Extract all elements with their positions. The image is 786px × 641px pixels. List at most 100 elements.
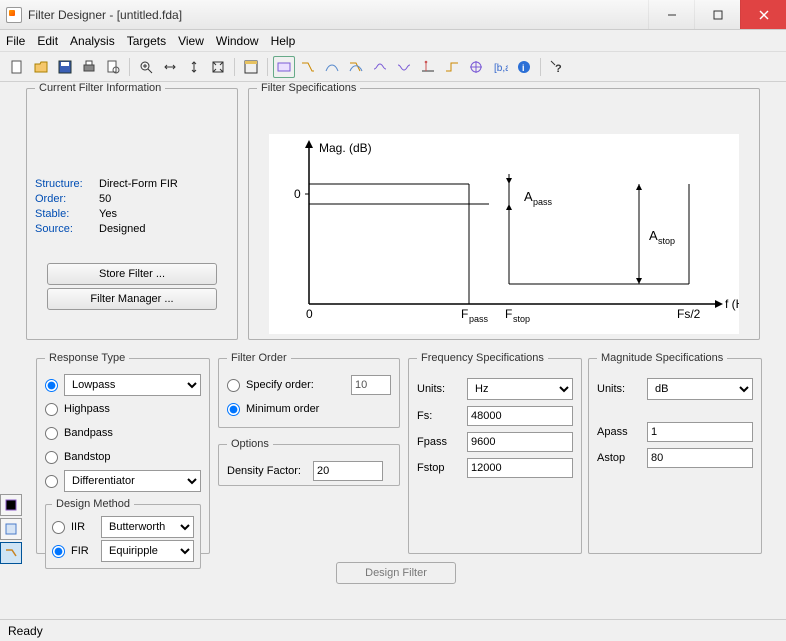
filter-specifications: Filter Specifications Mag. (dB) f (Hz) bbox=[248, 82, 760, 340]
sidebar-import-icon[interactable] bbox=[0, 518, 22, 540]
order-input[interactable] bbox=[351, 375, 391, 395]
mag-units-select[interactable]: dB bbox=[647, 378, 753, 400]
bandstop-radio[interactable] bbox=[45, 451, 58, 464]
cfi-order-value: 50 bbox=[99, 193, 111, 205]
phase-response-icon[interactable] bbox=[321, 56, 343, 78]
print-icon[interactable] bbox=[78, 56, 100, 78]
menu-window[interactable]: Window bbox=[216, 34, 259, 48]
menu-analysis[interactable]: Analysis bbox=[70, 34, 115, 48]
mag-response-icon[interactable] bbox=[297, 56, 319, 78]
fir-radio[interactable] bbox=[52, 545, 65, 558]
sidebar-design-icon[interactable] bbox=[0, 494, 22, 516]
cfi-structure-value: Direct-Form FIR bbox=[99, 178, 178, 190]
astop-label: Astop bbox=[597, 452, 647, 464]
minimum-order-radio[interactable] bbox=[227, 403, 240, 416]
zoom-y-icon[interactable] bbox=[183, 56, 205, 78]
phase-delay-icon[interactable] bbox=[393, 56, 415, 78]
fspec-legend: Filter Specifications bbox=[257, 82, 360, 94]
svg-text:0: 0 bbox=[294, 187, 301, 201]
menu-help[interactable]: Help bbox=[271, 34, 296, 48]
diff-radio[interactable] bbox=[45, 475, 58, 488]
store-filter-button[interactable]: Store Filter ... bbox=[47, 263, 217, 285]
mag-phase-icon[interactable] bbox=[345, 56, 367, 78]
save-icon[interactable] bbox=[54, 56, 76, 78]
resp-legend: Response Type bbox=[45, 352, 129, 364]
close-button[interactable] bbox=[740, 0, 786, 29]
design-filter-button[interactable]: Design Filter bbox=[336, 562, 456, 584]
menu-view[interactable]: View bbox=[178, 34, 204, 48]
zoom-x-icon[interactable] bbox=[159, 56, 181, 78]
lowpass-radio[interactable] bbox=[45, 379, 58, 392]
svg-text:stop: stop bbox=[513, 314, 530, 324]
context-help-icon[interactable]: ? bbox=[546, 56, 568, 78]
lowpass-select[interactable]: Lowpass bbox=[64, 374, 201, 396]
group-delay-icon[interactable] bbox=[369, 56, 391, 78]
iir-radio[interactable] bbox=[52, 521, 65, 534]
response-type-panel: Response Type Lowpass Highpass Bandpass … bbox=[36, 352, 210, 554]
status-text: Ready bbox=[8, 624, 43, 638]
svg-text:stop: stop bbox=[658, 236, 675, 246]
polezero-icon[interactable] bbox=[465, 56, 487, 78]
fir-select[interactable]: Equiripple bbox=[101, 540, 194, 562]
full-view-icon[interactable] bbox=[240, 56, 262, 78]
coeff-icon[interactable]: [b,a] bbox=[489, 56, 511, 78]
filter-order-panel: Filter Order Specify order: Minimum orde… bbox=[218, 352, 400, 428]
filter-spec-icon[interactable] bbox=[273, 56, 295, 78]
impulse-icon[interactable] bbox=[417, 56, 439, 78]
magnitude-spec-panel: Magnitude Specifications Units:dB Apass … bbox=[588, 352, 762, 554]
cfi-stable-value: Yes bbox=[99, 208, 117, 220]
astop-input[interactable] bbox=[647, 448, 753, 468]
current-filter-info: Current Filter Information Structure:Dir… bbox=[26, 82, 238, 340]
menu-file[interactable]: File bbox=[6, 34, 25, 48]
filter-spec-plot: Mag. (dB) f (Hz) Apass Astop bbox=[269, 134, 739, 334]
density-input[interactable] bbox=[313, 461, 383, 481]
sidebar-realize-icon[interactable] bbox=[0, 542, 22, 564]
menu-edit[interactable]: Edit bbox=[37, 34, 58, 48]
cfi-legend: Current Filter Information bbox=[35, 82, 165, 94]
svg-text:F: F bbox=[461, 307, 468, 321]
freq-units-select[interactable]: Hz bbox=[467, 378, 573, 400]
frequency-spec-panel: Frequency Specifications Units:Hz Fs: Fp… bbox=[408, 352, 582, 554]
options-panel: Options Density Factor: bbox=[218, 438, 400, 486]
step-icon[interactable] bbox=[441, 56, 463, 78]
svg-text:pass: pass bbox=[533, 197, 553, 207]
zoom-fit-icon[interactable] bbox=[207, 56, 229, 78]
mag-units-label: Units: bbox=[597, 383, 647, 395]
svg-text:F: F bbox=[505, 307, 512, 321]
toolbar: [b,a] i ? bbox=[0, 52, 786, 82]
diff-select[interactable]: Differentiator bbox=[64, 470, 201, 492]
minimize-button[interactable] bbox=[648, 0, 694, 29]
maximize-button[interactable] bbox=[694, 0, 740, 29]
fstop-input[interactable] bbox=[467, 458, 573, 478]
new-icon[interactable] bbox=[6, 56, 28, 78]
fpass-input[interactable] bbox=[467, 432, 573, 452]
svg-text:[b,a]: [b,a] bbox=[494, 63, 508, 74]
svg-text:i: i bbox=[522, 63, 525, 73]
filter-manager-button[interactable]: Filter Manager ... bbox=[47, 288, 217, 310]
open-icon[interactable] bbox=[30, 56, 52, 78]
highpass-radio[interactable] bbox=[45, 403, 58, 416]
fs-input[interactable] bbox=[467, 406, 573, 426]
zoom-in-icon[interactable] bbox=[135, 56, 157, 78]
specify-order-radio[interactable] bbox=[227, 379, 240, 392]
menubar: File Edit Analysis Targets View Window H… bbox=[0, 30, 786, 52]
density-label: Density Factor: bbox=[227, 465, 301, 477]
svg-text:pass: pass bbox=[469, 314, 489, 324]
mag-legend: Magnitude Specifications bbox=[597, 352, 727, 364]
info-icon[interactable]: i bbox=[513, 56, 535, 78]
svg-text:Fs/2: Fs/2 bbox=[677, 307, 701, 321]
titlebar[interactable]: Filter Designer - [untitled.fda] bbox=[0, 0, 786, 30]
fstop-label: Fstop bbox=[417, 462, 467, 474]
apass-input[interactable] bbox=[647, 422, 753, 442]
window-title: Filter Designer - [untitled.fda] bbox=[28, 8, 648, 22]
status-bar: Ready bbox=[0, 619, 786, 641]
dm-legend: Design Method bbox=[52, 498, 134, 510]
cfi-order-label: Order: bbox=[35, 193, 99, 205]
menu-targets[interactable]: Targets bbox=[127, 34, 166, 48]
print-preview-icon[interactable] bbox=[102, 56, 124, 78]
fo-legend: Filter Order bbox=[227, 352, 291, 364]
iir-select[interactable]: Butterworth bbox=[101, 516, 194, 538]
bandstop-label: Bandstop bbox=[64, 451, 110, 463]
bandpass-radio[interactable] bbox=[45, 427, 58, 440]
apass-label: Apass bbox=[597, 426, 647, 438]
